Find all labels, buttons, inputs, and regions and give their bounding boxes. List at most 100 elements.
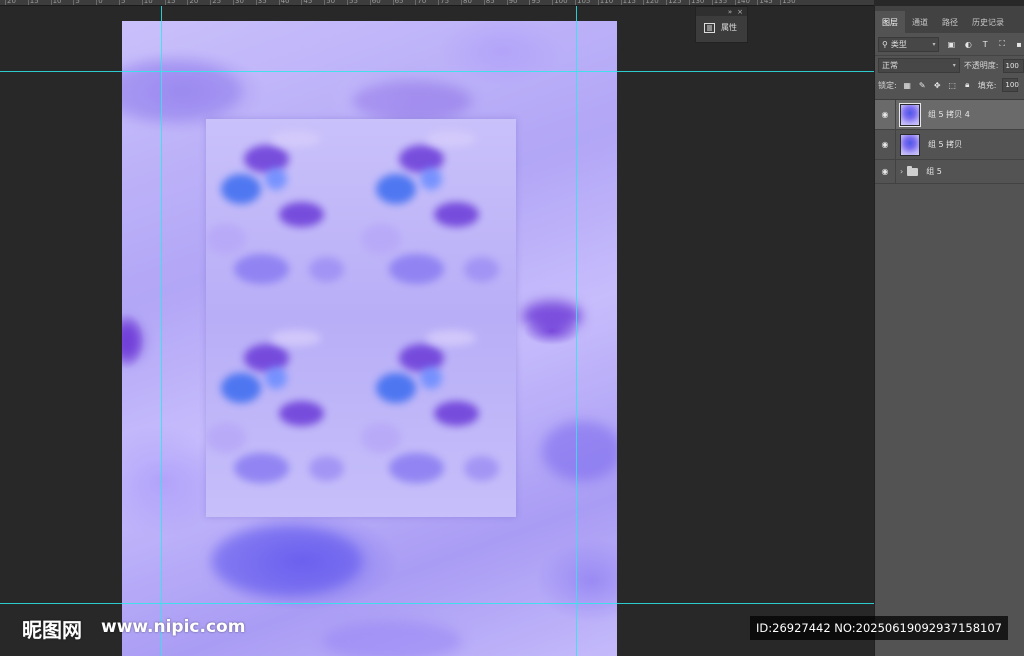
background-swirl [542,421,617,481]
vertical-guide[interactable] [576,6,577,656]
watermark-id: ID:26927442 NO:20250619092937158107 [750,616,1008,640]
flower-petal [278,201,324,227]
layer-thumbnail [900,133,920,156]
shape-filter-icon[interactable]: ⛶ [997,39,1007,49]
flower-petal [221,373,261,403]
filter-kind-value: 类型 [890,39,907,49]
folder-icon [907,165,919,176]
ruler-label: 20 [7,0,16,5]
ruler-label: 5 [121,0,126,5]
tab-paths[interactable]: 路径 [935,11,965,33]
pattern-tile [206,318,361,517]
ruler-label: 0 [98,0,103,5]
flower-petal [206,423,246,453]
lock-transparent-pixels-icon[interactable]: ▦ [903,81,912,90]
flower-petal [376,174,416,204]
lock-row: 锁定: ▦ ✎ ✥ ⬚ 🔒︎ 填充: 100 [875,75,1024,95]
layer-name: 组 5 拷贝 [928,140,963,149]
tab-channels[interactable]: 通道 [905,11,935,33]
lock-image-pixels-icon[interactable]: ✎ [918,81,927,90]
panel-tabs: 图层 通道 路径 历史记录 [875,6,1024,33]
ruler-label: 130 [691,0,705,5]
flower-petal [233,453,289,483]
layer-thumbnail [899,102,921,127]
document-canvas[interactable] [122,21,617,656]
fill-label: 填充: [977,80,997,90]
ruler-label: 10 [52,0,62,5]
flower-petal [233,254,289,284]
flower-petal [265,168,287,190]
properties-panel: » × 属性 [695,6,748,43]
opacity-label: 不透明度: [963,61,999,70]
lock-position-icon[interactable]: ✥ [933,81,942,90]
ruler-label: 35 [257,0,267,5]
smart-object-filter-icon[interactable]: ▪ [1014,39,1024,49]
flower-petal [265,367,287,389]
flower-pattern-layer[interactable] [206,119,516,517]
canvas-area[interactable] [0,6,874,656]
chevron-down-icon: ▾ [952,62,956,69]
ruler-label: 65 [394,0,404,5]
ruler-label: 55 [349,0,358,5]
flower-petal [388,254,444,284]
ruler-label: 85 [485,0,495,5]
search-icon: ⚲ [882,39,888,49]
flower-petal [433,201,479,227]
adjustment-filter-icon[interactable]: ◐ [963,39,973,49]
ruler-label: 60 [371,0,381,5]
horizontal-guide[interactable] [0,71,874,72]
collapse-icon[interactable]: » [728,8,732,16]
watermark-logo: 昵图网 [22,618,82,642]
flower-petal [426,131,476,147]
flower-petal [361,224,401,254]
layer-row[interactable]: ◉ 组 5 拷贝 4 [875,100,1024,130]
blend-mode-select[interactable]: 正常 ▾ [878,58,960,73]
layer-filter-row: ⚲ 类型 ▾ ▣ ◐ T ⛶ ▪ [875,33,1024,55]
opacity-input[interactable]: 100 [1002,58,1024,73]
eye-icon[interactable]: ◉ [875,110,895,119]
eye-icon[interactable]: ◉ [875,167,895,176]
properties-button[interactable]: 属性 [696,16,747,33]
layer-name: 组 5 拷贝 4 [928,110,970,119]
eye-icon[interactable]: ◉ [875,140,895,149]
divider [895,160,896,183]
blend-mode-value: 正常 [882,61,898,70]
blend-row: 正常 ▾ 不透明度: 100 [875,55,1024,75]
ruler-label: 15 [166,0,176,5]
background-swirl [122,61,242,121]
ruler-label: 30 [235,0,244,5]
ruler-label: 150 [782,0,796,5]
layers-panel: 图层 通道 路径 历史记录 ⚲ 类型 ▾ ▣ ◐ T ⛶ ▪ 正常 ▾ 不透明度… [874,6,1024,656]
flower-petal [271,330,321,346]
watermark-url: www.nipic.com [101,617,246,637]
close-icon[interactable]: × [737,8,743,16]
lock-artboard-icon[interactable]: ⬚ [948,81,957,90]
layer-row[interactable]: ◉ 组 5 拷贝 [875,130,1024,160]
flower-petal [420,367,442,389]
tab-layers[interactable]: 图层 [875,11,905,33]
flower-petal [420,168,442,190]
tab-history[interactable]: 历史记录 [965,11,1011,33]
filter-kind-select[interactable]: ⚲ 类型 ▾ [878,36,940,52]
ruler-label: 10 [143,0,153,5]
fill-input[interactable]: 100 [1002,78,1019,92]
vertical-guide[interactable] [161,6,162,656]
flower-petal [308,455,344,481]
flower-petal [308,256,344,282]
layer-group-row[interactable]: ◉ › 组 5 [875,160,1024,184]
type-filter-icon[interactable]: T [980,39,990,49]
background-petal [522,301,582,331]
divider [895,130,896,159]
flower-petal [376,373,416,403]
flower-petal [278,400,324,426]
ruler-label: 120 [645,0,659,5]
flower-petal [388,453,444,483]
flower-petal [463,455,499,481]
horizontal-guide[interactable] [0,603,874,604]
chevron-right-icon[interactable]: › [900,167,903,176]
ruler-label: 75 [440,0,450,5]
photoshop-window: 20 15 10 5 0 5 10 15 20 25 30 35 40 45 50 55 60 65 70 75 80 8… [0,0,1024,656]
lock-all-icon[interactable]: 🔒︎ [963,80,972,90]
ruler-label: 125 [668,0,682,5]
image-filter-icon[interactable]: ▣ [946,39,956,49]
